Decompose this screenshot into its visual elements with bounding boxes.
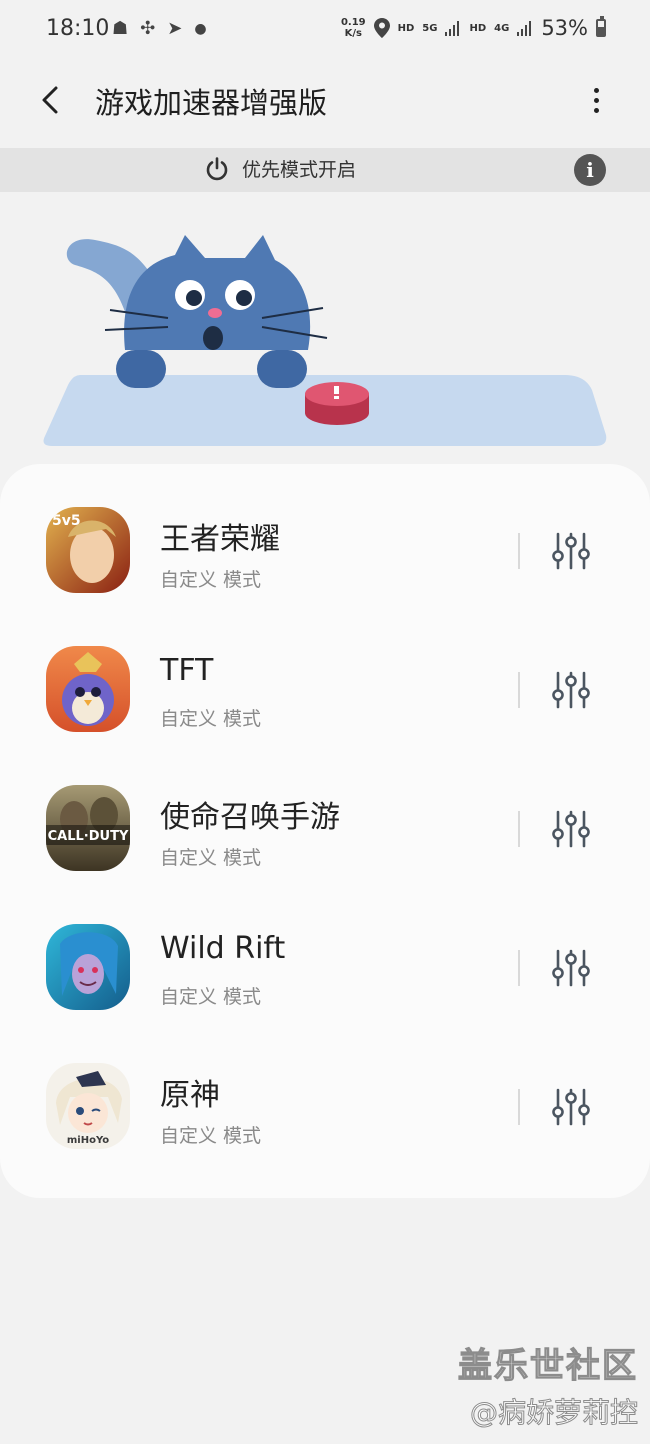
- game-mode: 自定义 模式: [160, 847, 262, 869]
- game-name: TFT: [160, 653, 214, 688]
- battery-percent: 53%: [541, 16, 588, 40]
- hd-label-2: HD: [469, 22, 487, 34]
- signal-4g-icon: [517, 21, 532, 36]
- honor-of-kings-icon: 5v5: [46, 507, 130, 593]
- call-of-duty-icon: CALL·DUTY: [46, 785, 130, 871]
- game-name: 王者荣耀: [160, 522, 280, 557]
- priority-mode-label: 优先模式开启: [242, 159, 357, 181]
- divider: [518, 533, 520, 569]
- tft-icon: [46, 646, 130, 732]
- game-list: 5v5 王者荣耀 自定义 模式 TFT 自定义 模式 CALL·DUTY 使命召…: [0, 464, 650, 1198]
- fan-app-icon: ✣: [140, 18, 156, 39]
- back-arrow-icon: [42, 86, 58, 114]
- game-settings-button[interactable]: [550, 1086, 592, 1128]
- game-row[interactable]: Wild Rift 自定义 模式: [0, 881, 650, 1020]
- hd-label: HD: [397, 22, 415, 34]
- watermark: 盖乐世社区 @病娇萝莉控: [457, 1338, 638, 1431]
- status-bar: 18:10 ☗ ✣ ➤ ● 0.19 K/s HD 5G HD 4G 53%: [0, 0, 650, 60]
- page-title: 游戏加速器增强版: [95, 86, 328, 120]
- game-row[interactable]: miHoYo 原神 自定义 模式: [0, 1020, 650, 1159]
- divider: [518, 950, 520, 986]
- sliders-icon: [552, 671, 590, 709]
- game-mode: 自定义 模式: [160, 708, 262, 730]
- svg-text:miHoYo: miHoYo: [67, 1135, 109, 1146]
- location-icon: [373, 18, 390, 38]
- divider: [518, 1089, 520, 1125]
- wild-rift-icon: [46, 924, 130, 1010]
- notification-app-icon: ☗: [112, 18, 129, 39]
- status-time: 18:10: [46, 16, 110, 41]
- game-settings-button[interactable]: [550, 947, 592, 989]
- game-name: 使命召唤手游: [160, 800, 340, 835]
- priority-mode-bar: 优先模式开启 i: [0, 148, 650, 192]
- info-button[interactable]: i: [574, 154, 606, 186]
- info-icon: i: [586, 158, 594, 182]
- game-row[interactable]: CALL·DUTY 使命召唤手游 自定义 模式: [0, 742, 650, 881]
- priority-mode-toggle[interactable]: 优先模式开启: [204, 155, 356, 182]
- divider: [518, 672, 520, 708]
- game-row[interactable]: 5v5 王者荣耀 自定义 模式: [0, 464, 650, 603]
- more-vert-icon: [593, 87, 599, 93]
- game-mode: 自定义 模式: [160, 1125, 262, 1147]
- game-settings-button[interactable]: [550, 530, 592, 572]
- status-right: 0.19 K/s HD 5G HD 4G 53%: [341, 16, 606, 40]
- battery-icon: [596, 16, 606, 37]
- send-app-icon: ➤: [167, 18, 183, 39]
- signal-4g-label: 4G: [494, 22, 510, 34]
- game-settings-button[interactable]: [550, 669, 592, 711]
- game-name: 原神: [160, 1078, 220, 1113]
- signal-5g-label: 5G: [422, 22, 438, 34]
- genshin-icon: miHoYo: [46, 1063, 130, 1149]
- sliders-icon: [552, 949, 590, 987]
- game-mode: 自定义 模式: [160, 986, 262, 1008]
- sliders-icon: [552, 810, 590, 848]
- game-settings-button[interactable]: [550, 808, 592, 850]
- cat-illustration: [43, 235, 607, 446]
- notification-icons: ☗ ✣ ➤ ●: [112, 18, 207, 40]
- watermark-community: 盖乐世社区: [457, 1345, 638, 1386]
- game-row[interactable]: TFT 自定义 模式: [0, 603, 650, 742]
- sliders-icon: [552, 532, 590, 570]
- svg-text:CALL·DUTY: CALL·DUTY: [48, 829, 129, 844]
- more-options-button[interactable]: [578, 78, 614, 122]
- svg-text:5v5: 5v5: [52, 513, 81, 529]
- sliders-icon: [552, 1088, 590, 1126]
- signal-5g-icon: [445, 21, 460, 36]
- power-icon: [206, 156, 228, 180]
- game-name: Wild Rift: [160, 931, 286, 966]
- app-bar: 游戏加速器增强版: [0, 60, 650, 140]
- divider: [518, 811, 520, 847]
- back-button[interactable]: [32, 80, 72, 120]
- more-dot-icon: ●: [194, 21, 207, 37]
- game-mode: 自定义 模式: [160, 569, 262, 591]
- watermark-author: @病娇萝莉控: [469, 1396, 638, 1430]
- net-speed: 0.19 K/s: [340, 17, 366, 39]
